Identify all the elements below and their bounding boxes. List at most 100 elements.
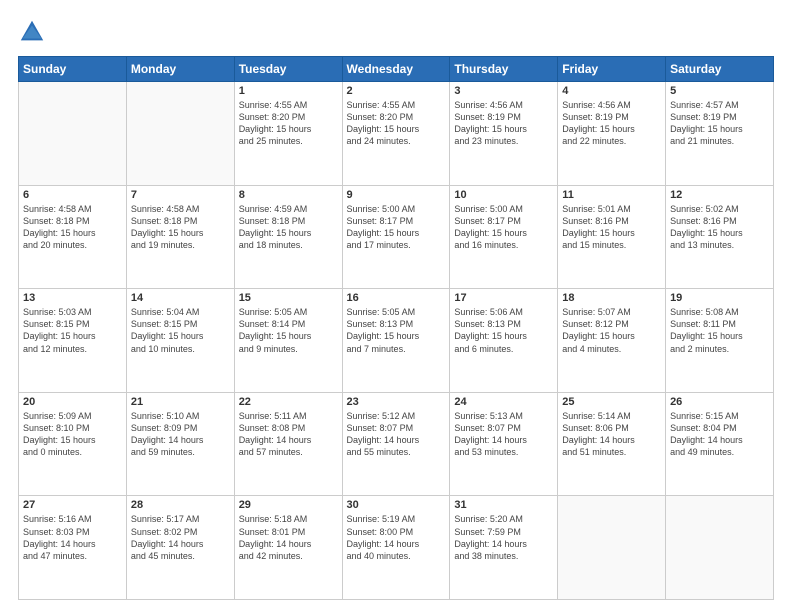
calendar-day-header: Saturday xyxy=(666,57,774,82)
day-number: 13 xyxy=(23,292,122,304)
calendar-cell: 10 Sunrise: 5:00 AM Sunset: 8:17 PM Dayli… xyxy=(450,185,558,289)
calendar-cell: 27 Sunrise: 5:16 AM Sunset: 8:03 PM Dayli… xyxy=(19,496,127,600)
cell-info: Sunrise: 5:06 AM Sunset: 8:13 PM Dayligh… xyxy=(454,306,553,355)
calendar-cell: 12Sunrise: 5:02 AM Sunset: 8:16 PM Dayli… xyxy=(666,185,774,289)
day-number: 4 xyxy=(562,85,661,97)
calendar-cell: 5Sunrise: 4:57 AM Sunset: 8:19 PM Daylig… xyxy=(666,82,774,186)
cell-info: Sunrise: 5:19 AM Sunset: 8:00 PM Dayligh… xyxy=(347,513,446,562)
calendar-day-header: Sunday xyxy=(19,57,127,82)
calendar-day-header: Tuesday xyxy=(234,57,342,82)
calendar-cell xyxy=(19,82,127,186)
calendar-cell: 19Sunrise: 5:08 AM Sunset: 8:11 PM Dayli… xyxy=(666,289,774,393)
calendar-week-row: 1 Sunrise: 4:55 AM Sunset: 8:20 PM Daylig… xyxy=(19,82,774,186)
page-header xyxy=(18,18,774,46)
day-number: 11 xyxy=(562,189,661,201)
day-number: 9 xyxy=(347,189,446,201)
calendar-week-row: 27 Sunrise: 5:16 AM Sunset: 8:03 PM Dayli… xyxy=(19,496,774,600)
cell-info: Sunrise: 4:57 AM Sunset: 8:19 PM Dayligh… xyxy=(670,99,769,148)
calendar-cell: 3Sunrise: 4:56 AM Sunset: 8:19 PM Daylig… xyxy=(450,82,558,186)
cell-info: Sunrise: 4:56 AM Sunset: 8:19 PM Dayligh… xyxy=(454,99,553,148)
day-number: 2 xyxy=(347,85,446,97)
calendar-cell: 1 Sunrise: 4:55 AM Sunset: 8:20 PM Daylig… xyxy=(234,82,342,186)
day-number: 30 xyxy=(347,499,446,511)
cell-info: Sunrise: 5:11 AM Sunset: 8:08 PM Dayligh… xyxy=(239,410,338,459)
cell-info: Sunrise: 5:09 AM Sunset: 8:10 PM Dayligh… xyxy=(23,410,122,459)
logo-icon xyxy=(18,18,46,46)
calendar-cell: 2 Sunrise: 4:55 AM Sunset: 8:20 PM Daylig… xyxy=(342,82,450,186)
day-number: 31 xyxy=(454,499,553,511)
calendar-cell: 6 Sunrise: 4:58 AM Sunset: 8:18 PM Daylig… xyxy=(19,185,127,289)
calendar-header-row: SundayMondayTuesdayWednesdayThursdayFrid… xyxy=(19,57,774,82)
cell-info: Sunrise: 5:08 AM Sunset: 8:11 PM Dayligh… xyxy=(670,306,769,355)
cell-info: Sunrise: 5:04 AM Sunset: 8:15 PM Dayligh… xyxy=(131,306,230,355)
day-number: 21 xyxy=(131,396,230,408)
calendar-cell: 22 Sunrise: 5:11 AM Sunset: 8:08 PM Dayli… xyxy=(234,392,342,496)
calendar-cell: 28 Sunrise: 5:17 AM Sunset: 8:02 PM Dayli… xyxy=(126,496,234,600)
day-number: 22 xyxy=(239,396,338,408)
day-number: 1 xyxy=(239,85,338,97)
calendar-cell: 7 Sunrise: 4:58 AM Sunset: 8:18 PM Daylig… xyxy=(126,185,234,289)
cell-info: Sunrise: 5:00 AM Sunset: 8:17 PM Dayligh… xyxy=(347,203,446,252)
day-number: 23 xyxy=(347,396,446,408)
cell-info: Sunrise: 4:59 AM Sunset: 8:18 PM Dayligh… xyxy=(239,203,338,252)
day-number: 10 xyxy=(454,189,553,201)
cell-info: Sunrise: 5:17 AM Sunset: 8:02 PM Dayligh… xyxy=(131,513,230,562)
day-number: 8 xyxy=(239,189,338,201)
calendar-cell: 11Sunrise: 5:01 AM Sunset: 8:16 PM Dayli… xyxy=(558,185,666,289)
cell-info: Sunrise: 4:55 AM Sunset: 8:20 PM Dayligh… xyxy=(239,99,338,148)
calendar-week-row: 20 Sunrise: 5:09 AM Sunset: 8:10 PM Dayli… xyxy=(19,392,774,496)
cell-info: Sunrise: 5:00 AM Sunset: 8:17 PM Dayligh… xyxy=(454,203,553,252)
calendar-cell: 16 Sunrise: 5:05 AM Sunset: 8:13 PM Dayli… xyxy=(342,289,450,393)
day-number: 12 xyxy=(670,189,769,201)
day-number: 6 xyxy=(23,189,122,201)
calendar-cell: 25 Sunrise: 5:14 AM Sunset: 8:06 PM Dayli… xyxy=(558,392,666,496)
cell-info: Sunrise: 4:58 AM Sunset: 8:18 PM Dayligh… xyxy=(131,203,230,252)
calendar-cell: 30 Sunrise: 5:19 AM Sunset: 8:00 PM Dayli… xyxy=(342,496,450,600)
calendar-cell: 17 Sunrise: 5:06 AM Sunset: 8:13 PM Dayli… xyxy=(450,289,558,393)
calendar-cell: 20 Sunrise: 5:09 AM Sunset: 8:10 PM Dayli… xyxy=(19,392,127,496)
logo xyxy=(18,18,50,46)
day-number: 17 xyxy=(454,292,553,304)
cell-info: Sunrise: 4:55 AM Sunset: 8:20 PM Dayligh… xyxy=(347,99,446,148)
calendar-cell xyxy=(126,82,234,186)
cell-info: Sunrise: 5:18 AM Sunset: 8:01 PM Dayligh… xyxy=(239,513,338,562)
calendar-day-header: Thursday xyxy=(450,57,558,82)
calendar-cell: 4Sunrise: 4:56 AM Sunset: 8:19 PM Daylig… xyxy=(558,82,666,186)
cell-info: Sunrise: 4:58 AM Sunset: 8:18 PM Dayligh… xyxy=(23,203,122,252)
calendar-table: SundayMondayTuesdayWednesdayThursdayFrid… xyxy=(18,56,774,600)
day-number: 16 xyxy=(347,292,446,304)
calendar-cell: 18 Sunrise: 5:07 AM Sunset: 8:12 PM Dayli… xyxy=(558,289,666,393)
calendar-cell: 26 Sunrise: 5:15 AM Sunset: 8:04 PM Dayli… xyxy=(666,392,774,496)
cell-info: Sunrise: 5:13 AM Sunset: 8:07 PM Dayligh… xyxy=(454,410,553,459)
day-number: 7 xyxy=(131,189,230,201)
day-number: 26 xyxy=(670,396,769,408)
day-number: 27 xyxy=(23,499,122,511)
day-number: 29 xyxy=(239,499,338,511)
day-number: 14 xyxy=(131,292,230,304)
calendar-cell xyxy=(558,496,666,600)
calendar-cell: 24 Sunrise: 5:13 AM Sunset: 8:07 PM Dayli… xyxy=(450,392,558,496)
day-number: 20 xyxy=(23,396,122,408)
cell-info: Sunrise: 5:12 AM Sunset: 8:07 PM Dayligh… xyxy=(347,410,446,459)
cell-info: Sunrise: 5:15 AM Sunset: 8:04 PM Dayligh… xyxy=(670,410,769,459)
day-number: 18 xyxy=(562,292,661,304)
cell-info: Sunrise: 5:20 AM Sunset: 7:59 PM Dayligh… xyxy=(454,513,553,562)
day-number: 28 xyxy=(131,499,230,511)
calendar-cell: 23 Sunrise: 5:12 AM Sunset: 8:07 PM Dayli… xyxy=(342,392,450,496)
calendar-week-row: 13Sunrise: 5:03 AM Sunset: 8:15 PM Dayli… xyxy=(19,289,774,393)
cell-info: Sunrise: 5:07 AM Sunset: 8:12 PM Dayligh… xyxy=(562,306,661,355)
cell-info: Sunrise: 5:05 AM Sunset: 8:13 PM Dayligh… xyxy=(347,306,446,355)
day-number: 15 xyxy=(239,292,338,304)
cell-info: Sunrise: 5:14 AM Sunset: 8:06 PM Dayligh… xyxy=(562,410,661,459)
calendar-cell: 21 Sunrise: 5:10 AM Sunset: 8:09 PM Dayli… xyxy=(126,392,234,496)
calendar-cell xyxy=(666,496,774,600)
day-number: 25 xyxy=(562,396,661,408)
day-number: 24 xyxy=(454,396,553,408)
calendar-day-header: Monday xyxy=(126,57,234,82)
calendar-cell: 29 Sunrise: 5:18 AM Sunset: 8:01 PM Dayli… xyxy=(234,496,342,600)
cell-info: Sunrise: 5:16 AM Sunset: 8:03 PM Dayligh… xyxy=(23,513,122,562)
cell-info: Sunrise: 5:05 AM Sunset: 8:14 PM Dayligh… xyxy=(239,306,338,355)
calendar-cell: 8 Sunrise: 4:59 AM Sunset: 8:18 PM Daylig… xyxy=(234,185,342,289)
cell-info: Sunrise: 5:10 AM Sunset: 8:09 PM Dayligh… xyxy=(131,410,230,459)
calendar-cell: 14 Sunrise: 5:04 AM Sunset: 8:15 PM Dayli… xyxy=(126,289,234,393)
